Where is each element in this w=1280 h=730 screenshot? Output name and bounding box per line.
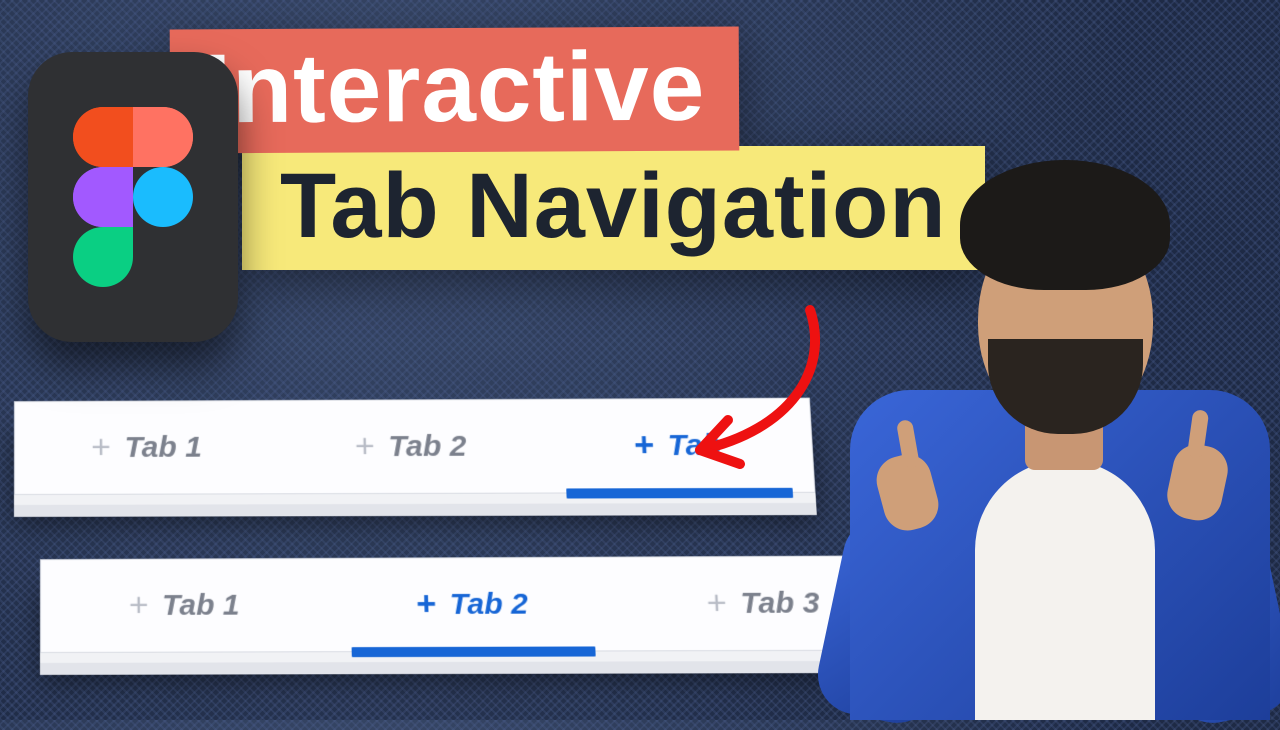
- tab-label: Tab 1: [124, 430, 202, 464]
- figma-logo-icon: [73, 107, 193, 287]
- plus-icon: +: [354, 427, 375, 466]
- figma-logo-badge: [28, 52, 238, 342]
- title-line-1: Interactive: [170, 27, 740, 154]
- tab-label: Tab 2: [449, 587, 528, 621]
- plus-icon: +: [632, 426, 654, 465]
- tab-item[interactable]: + Tab 1: [41, 559, 328, 652]
- plus-icon: +: [705, 584, 727, 623]
- tab-label: Tab 3: [740, 586, 821, 620]
- tab-item[interactable]: + Tab 2: [277, 400, 545, 493]
- plus-icon: +: [415, 585, 436, 624]
- presenter-photo: [810, 120, 1280, 720]
- plus-icon: +: [90, 428, 110, 467]
- tab-label: Tab 1: [162, 588, 240, 622]
- tab-item[interactable]: + Tab 1: [15, 401, 279, 494]
- tab-item-active[interactable]: + Tab 2: [326, 558, 619, 652]
- tab-label: Tab 2: [388, 429, 467, 463]
- plus-icon: +: [128, 586, 148, 625]
- tab-bar-example-bottom: + Tab 1 + Tab 2 + Tab 3: [40, 555, 914, 653]
